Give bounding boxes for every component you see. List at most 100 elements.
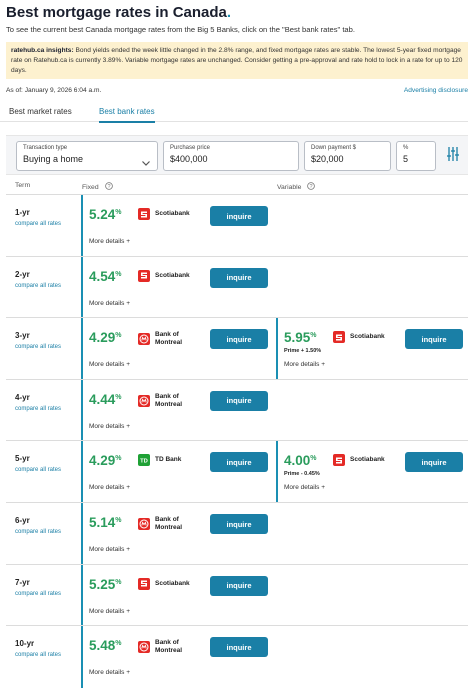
inquire-button[interactable]: inquire [210,329,268,350]
lender-name: Bank of Montreal [155,516,183,531]
page-subtitle: To see the current best Canada mortgage … [6,25,355,34]
more-details-link[interactable]: More details + [89,484,130,491]
table-row: 4-yr compare all rates 4.44% More details +… [6,378,468,442]
inquire-button[interactable]: inquire [405,452,463,473]
rate-unit: % [115,209,122,216]
fixed-rate-cell: 5.24% More details + Scotiabank inquire [81,195,273,257]
transaction-type-value: Buying a home [23,154,84,164]
rate-number: 5.95 [284,330,311,346]
compare-all-rates-link[interactable]: compare all rates [15,406,61,412]
rate-unit: % [115,332,122,340]
more-details-link[interactable]: More details + [89,546,130,553]
rate-unit: % [115,270,122,278]
lender-name: Bank of Montreal [155,331,183,347]
rate-tabs: Best market rates Best bank rates [0,100,468,123]
compare-all-rates-link[interactable]: compare all rates [15,467,61,473]
scotiabank-logo [138,577,150,590]
more-details-link[interactable]: More details + [284,484,325,491]
variable-rate-cell: 4.00% Prime - 0.45% More details + Scotiaba… [276,441,468,504]
scotiabank-logo [138,208,150,220]
percent-value: 5 [403,154,409,164]
insights-text: Bond yields ended the week little change… [11,47,463,74]
fixed-rate-value: 4.29% [89,330,122,345]
fixed-rate-value: 5.25% [89,577,122,592]
more-details-link[interactable]: More details + [89,300,130,307]
compare-all-rates-link[interactable]: compare all rates [15,221,61,227]
advertising-disclosure-link[interactable]: Advertising disclosure [404,87,468,94]
lender-name: Scotiabank [350,456,385,464]
svg-text:TD: TD [140,459,148,465]
compare-all-rates-link[interactable]: compare all rates [15,652,61,658]
lender: Scotiabank [333,331,385,344]
more-details-link[interactable]: More details + [284,361,325,368]
more-details-link[interactable]: More details + [89,608,130,615]
svg-text:?: ? [107,184,110,190]
compare-all-rates-link[interactable]: compare all rates [15,529,61,535]
inquire-button[interactable]: inquire [210,390,268,411]
tab-best-bank-rates[interactable]: Best bank rates [99,107,155,123]
inquire-button[interactable]: inquire [210,637,268,658]
fixed-rate-cell: 4.54% More details + Scotiabank inquire [81,256,273,319]
fixed-rate-cell: 4.44% More details + Bank of Montreal inqui… [81,379,273,442]
down-payment-percent-input[interactable]: % 5 [396,141,436,171]
inquire-button[interactable]: inquire [210,514,268,534]
compare-all-rates-link[interactable]: compare all rates [15,591,61,597]
insights-label: ratehub.ca insights: [11,47,74,54]
fixed-rate-value: 4.44% [89,392,122,407]
table-row: 3-yr compare all rates 4.29% More details +… [6,317,468,381]
purchase-price-input[interactable]: Purchase price $400,000 [163,141,299,171]
compare-all-rates-link[interactable]: compare all rates [15,344,61,350]
table-row: 2-yr compare all rates 4.54% More details +… [6,255,468,319]
fixed-rate-value: 5.48% [89,638,122,653]
inquire-button[interactable]: inquire [405,329,463,350]
lender-name: Scotiabank [155,579,190,587]
rate-unit: % [115,578,122,586]
insights-banner: ratehub.ca insights: Bond yields ended t… [6,42,468,79]
bmo-logo [138,394,150,407]
fixed-rate-value: 5.24% [89,207,122,222]
scotiabank-logo [333,331,345,344]
variable-rate-cell: 5.95% Prime + 1.50% More details + Scotiaba… [276,318,468,381]
inquire-button[interactable]: inquire [210,452,268,473]
transaction-type-select[interactable]: Transaction type Buying a home [16,141,158,171]
term-label: 7-yr [15,577,30,587]
down-payment-input[interactable]: Down payment $ $20,000 [304,141,391,171]
more-details-link[interactable]: More details + [89,669,130,676]
rate-number: 4.54 [89,268,116,284]
column-header-variable: Variable ? [277,182,316,192]
compare-all-rates-link[interactable]: compare all rates [15,283,61,289]
info-icon[interactable]: ? [307,182,316,192]
fixed-rate-value: 5.14% [89,515,122,530]
tab-best-market-rates[interactable]: Best market rates [9,107,72,121]
lender: Scotiabank [333,454,385,467]
fixed-rate-value: 4.29% [89,453,122,468]
filter-bar: Transaction type Buying a home Purchase … [6,135,468,175]
rate-number: 5.25 [89,576,116,592]
filter-sliders-icon[interactable] [446,146,460,167]
more-details-link[interactable]: More details + [89,238,130,245]
more-details-link[interactable]: More details + [89,361,130,368]
lender: Scotiabank [138,577,190,590]
fixed-rate-cell: 5.48% More details + Bank of Montreal inqui… [81,626,273,689]
inquire-button[interactable]: inquire [210,575,268,596]
inquire-button[interactable]: inquire [210,267,268,288]
page-title: Best mortgage rates in Canada. [6,4,231,21]
rate-unit: % [310,332,317,340]
fixed-rate-cell: 5.14% More details + Bank of Montreal inqui… [81,503,273,565]
table-row: 1-yr compare all rates 5.24% More details +… [6,194,468,257]
lender: Bank of Montreal [138,639,201,655]
info-icon[interactable]: ? [104,182,113,192]
rate-number: 4.00 [284,453,311,469]
fixed-rate-value: 4.54% [89,269,122,284]
lender: Bank of Montreal [138,516,201,532]
lender-name: Scotiabank [155,210,190,217]
down-payment-label: Down payment $ [311,145,357,151]
lender: Scotiabank [138,269,190,282]
variable-rate-value: 5.95% [284,330,317,345]
page-title-dot: . [226,4,232,21]
more-details-link[interactable]: More details + [89,423,130,430]
table-row: 6-yr compare all rates 5.14% More details +… [6,502,468,565]
scotiabank-logo [138,269,150,282]
term-label: 6-yr [15,516,30,525]
inquire-button[interactable]: inquire [210,206,268,226]
